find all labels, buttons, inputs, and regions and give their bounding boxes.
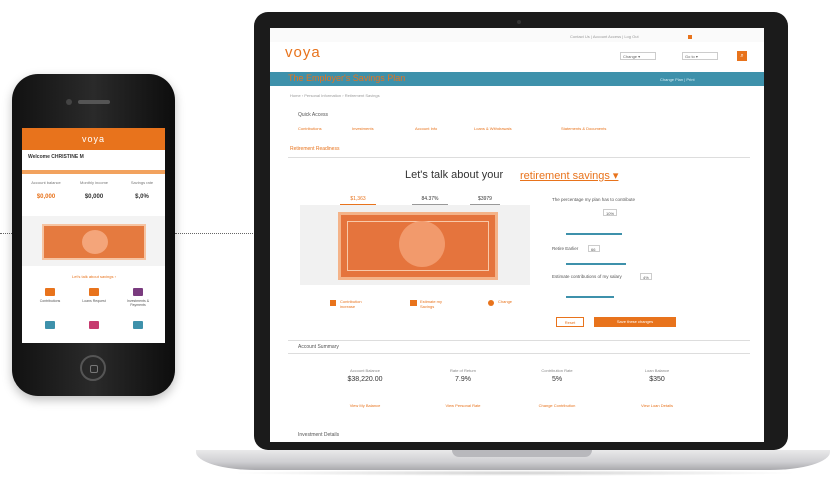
tab-account-info[interactable]: Account Info xyxy=(415,126,437,131)
retire-age-slider[interactable] xyxy=(566,263,626,265)
home-square-icon xyxy=(90,365,98,373)
account-link[interactable]: View My Balance xyxy=(330,403,400,408)
contribution-slider[interactable] xyxy=(566,233,622,235)
plan-title: The Employer's Savings Plan xyxy=(288,73,406,83)
phone-icon-label: Loans Request xyxy=(82,299,106,303)
top-utility-nav[interactable]: Contact Us | Account Access | Log Out xyxy=(570,34,639,39)
phone-icon-label: Contributions xyxy=(39,299,61,303)
account-label: Rate of Return xyxy=(449,368,476,373)
phone-stat-label: Savings rate xyxy=(130,180,154,185)
plan-banner-actions[interactable]: Change Plan | Print xyxy=(660,77,695,82)
form-label: The percentage my plan has to contribute xyxy=(552,197,636,202)
contribution-percent-input[interactable]: 10% xyxy=(603,209,617,216)
connector-dots xyxy=(175,233,253,234)
bill-portrait xyxy=(399,221,445,267)
phone-stat-label: Account balance xyxy=(31,180,61,185)
action-label[interactable]: Estimate my Savings xyxy=(420,299,450,309)
action-label[interactable]: Change xyxy=(498,299,518,304)
phone-speaker xyxy=(78,100,110,104)
phone-stat-label: Monthly income xyxy=(79,180,108,185)
section-tab-retirement[interactable]: Retirement Readiness xyxy=(290,146,339,152)
plus-icon[interactable] xyxy=(330,300,336,306)
phone-stat-value: $,0% xyxy=(135,194,149,200)
contributions-icon[interactable] xyxy=(45,288,55,296)
account-value: 5% xyxy=(551,376,563,383)
tab-statements[interactable]: Statements & Documents xyxy=(561,126,606,131)
headline: Let's talk about your xyxy=(405,169,504,181)
phone-welcome-title: Welcome CHRISTINE M xyxy=(28,154,84,160)
quick-access-heading: Quick Access xyxy=(298,112,329,118)
salary-slider[interactable] xyxy=(566,296,614,298)
investments-icon[interactable] xyxy=(133,288,143,296)
account-link[interactable]: View Personal Rate xyxy=(428,403,498,408)
phone-savings-link[interactable]: Let's talk about savings › xyxy=(42,274,146,279)
divider xyxy=(288,340,750,341)
connector-dots-left xyxy=(0,233,12,234)
search-icon[interactable]: ⌕ xyxy=(737,51,747,61)
settings-icon[interactable] xyxy=(133,321,143,329)
save-changes-button[interactable]: Save these changes xyxy=(594,317,676,327)
documents-icon[interactable] xyxy=(45,321,55,329)
retire-age-input[interactable]: 66 xyxy=(588,245,600,252)
phone-icon-label: Investments & Payments xyxy=(126,299,150,307)
alert-icon[interactable] xyxy=(688,35,692,39)
divider xyxy=(288,157,750,158)
phone-home-button[interactable] xyxy=(80,355,106,381)
voya-logo[interactable]: voya xyxy=(285,44,321,61)
account-label: Contribution Rate xyxy=(541,368,573,373)
tab-investments[interactable]: Investments xyxy=(352,126,374,131)
dollar-bill-graphic xyxy=(338,212,498,280)
phone-bill-portrait xyxy=(82,230,108,254)
account-label: Loan Balance xyxy=(644,368,670,373)
profile-icon[interactable] xyxy=(89,321,99,329)
account-summary-heading: Account Summary xyxy=(298,344,339,350)
phone-camera xyxy=(66,99,72,105)
account-link[interactable]: View Loan Details xyxy=(622,403,692,408)
goto-select[interactable]: Go to ▾ xyxy=(682,52,718,60)
account-value: $38,220.00 xyxy=(347,376,383,383)
phone-screen: voya Welcome CHRISTINE M Account balance… xyxy=(22,128,165,343)
laptop-shadow xyxy=(230,470,800,476)
stat-chip: 84.37% xyxy=(412,194,448,205)
tab-contributions[interactable]: Contributions xyxy=(298,126,322,131)
divider xyxy=(288,353,750,354)
tab-loans-withdrawals[interactable]: Loans & Withdrawals xyxy=(474,126,512,131)
phone-header-logo: voya xyxy=(22,128,165,150)
retirement-savings-dropdown[interactable]: retirement savings ▾ xyxy=(520,169,618,182)
phone-device: voya Welcome CHRISTINE M Account balance… xyxy=(12,74,175,396)
calculator-icon[interactable] xyxy=(410,300,417,306)
account-value: 7.9% xyxy=(455,376,471,383)
laptop-camera xyxy=(517,20,521,24)
phone-stat-value: $0,000 xyxy=(36,194,56,200)
stat-chip: $1,363 xyxy=(340,194,376,205)
flame-icon[interactable] xyxy=(488,300,494,306)
salary-percent-input[interactable]: 4% xyxy=(640,273,652,280)
loans-icon[interactable] xyxy=(89,288,99,296)
account-link[interactable]: Change Contribution xyxy=(522,403,592,408)
investment-details-heading: Investment Details xyxy=(298,432,340,438)
account-value: $350 xyxy=(649,376,665,383)
account-label: Account Balance xyxy=(349,368,381,373)
reset-button[interactable]: Reset xyxy=(556,317,584,327)
form-label: Retire Earlier xyxy=(552,246,579,251)
phone-dollar-bill xyxy=(42,224,146,260)
breadcrumb[interactable]: Home › Personal Information › Retirement… xyxy=(290,93,380,98)
stat-chip: $3979 xyxy=(470,194,500,205)
laptop-hinge-notch xyxy=(452,450,592,457)
change-select[interactable]: Change ▾ xyxy=(620,52,656,60)
action-label[interactable]: Contribution increase xyxy=(340,299,374,309)
form-label: Estimate contributions of my salary xyxy=(552,274,622,279)
phone-stat-value: $0,000 xyxy=(84,194,104,200)
phone-accent-bar xyxy=(22,170,165,174)
